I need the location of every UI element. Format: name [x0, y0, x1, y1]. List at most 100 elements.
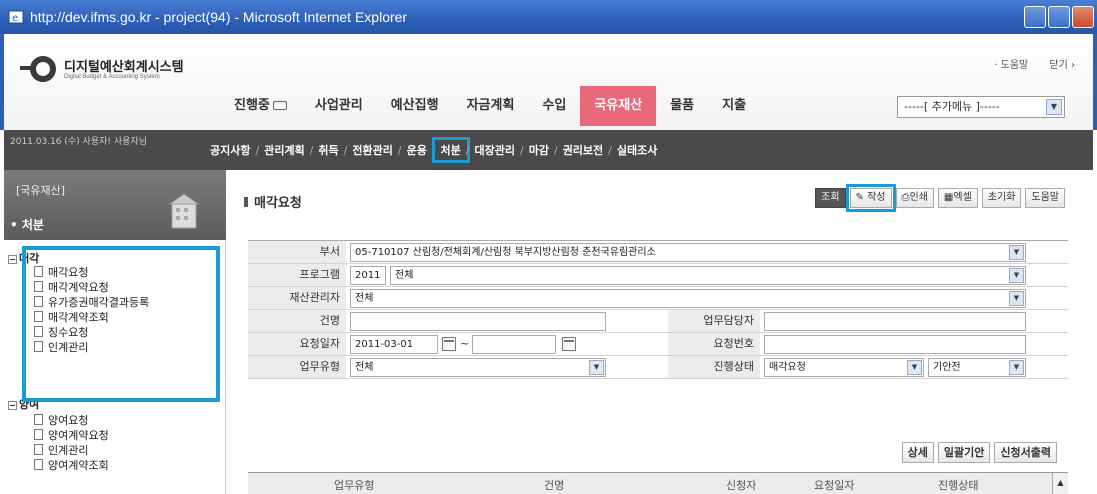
search-form: 부서 05-710107 산림청/전체회계/산림청 북부지방산림청 춘천국유림관… — [248, 240, 1068, 379]
status-select[interactable]: 매각요청 ▼ — [764, 358, 924, 377]
program-year-field[interactable]: 2011 — [350, 266, 386, 285]
results-table-header: 업무유형 건명 신청자 요청일자 진행상태 ▲ — [248, 472, 1068, 494]
action-buttons: 상세 일괄기안 신청서출력 — [901, 442, 1057, 463]
tree-item-transfer-contract-view[interactable]: 양여계약조회 — [34, 457, 109, 473]
form-row-case: 건명 업무담당자 — [248, 310, 1068, 333]
print-button[interactable]: ⎙인쇄 — [895, 188, 934, 208]
subnav-closing[interactable]: 마감 — [525, 142, 553, 158]
status-sub-select[interactable]: 기안전 ▼ — [928, 358, 1026, 377]
case-label: 건명 — [248, 310, 346, 332]
col-case[interactable]: 건명 — [544, 477, 564, 493]
form-row-reqdate: 요청일자 2011-03-01 ~ 요청번호 — [248, 333, 1068, 356]
document-icon — [34, 444, 43, 455]
sub-nav-items: 공지사항 / 관리계획 / 취득 / 전환관리 / 운용 / 처분 / 대장관리 / 마감 / … — [206, 130, 661, 170]
logo-name: 디지털예산회계시스템 — [64, 60, 184, 75]
tree-item-handover-mgmt-2[interactable]: 인계관리 — [34, 442, 88, 458]
logo-subtitle: Digital Budget & Accounting System — [64, 74, 160, 80]
print-application-button[interactable]: 신청서출력 — [994, 442, 1057, 463]
chevron-down-icon: ▼ — [1009, 360, 1024, 375]
dept-select[interactable]: 05-710107 산림청/전체회계/산림청 북부지방산림청 춘천국유림관리소 ▼ — [350, 243, 1026, 262]
manager-select[interactable]: 전체 ▼ — [350, 289, 1026, 308]
calendar-icon[interactable] — [562, 337, 576, 351]
nav-item-state-property[interactable]: 국유재산 — [580, 86, 657, 126]
subnav-notice[interactable]: 공지사항 — [206, 142, 254, 158]
reset-button[interactable]: 초기화 — [981, 188, 1022, 208]
document-icon — [34, 429, 43, 440]
form-row-manager: 재산관리자 전체 ▼ — [248, 287, 1068, 310]
nav-item-revenue[interactable]: 수입 — [528, 86, 580, 126]
document-icon — [34, 414, 43, 425]
worktype-select[interactable]: 전체 ▼ — [350, 358, 606, 377]
subnav-ledger[interactable]: 대장관리 — [471, 142, 519, 158]
staff-label: 업무담당자 — [668, 310, 760, 332]
reqno-input[interactable] — [764, 335, 1026, 354]
form-row-dept: 부서 05-710107 산림청/전체회계/산림청 북부지방산림청 춘천국유림관… — [248, 241, 1068, 264]
subnav-operation[interactable]: 운용 — [403, 142, 431, 158]
building-icon — [168, 193, 200, 229]
excel-button[interactable]: ▦엑셀 — [937, 188, 978, 208]
date-range-tilde: ~ — [460, 337, 470, 350]
col-status[interactable]: 진행상태 — [938, 477, 978, 493]
close-button[interactable] — [1072, 6, 1094, 28]
manager-label: 재산관리자 — [248, 287, 346, 309]
status-label: 진행상태 — [668, 356, 760, 378]
calendar-icon[interactable] — [442, 337, 456, 351]
sidebar-current: • 처분 — [10, 218, 44, 232]
help-button[interactable]: 도움말 — [1025, 188, 1065, 208]
logo-icon[interactable] — [30, 56, 56, 82]
subnav-rights[interactable]: 권리보전 — [559, 142, 607, 158]
chevron-down-icon: ▼ — [589, 360, 604, 375]
sub-nav: 2011.03.16 (수) 사용자! 사용자님 공지사항 / 관리계획 / 취득 /… — [4, 130, 1093, 170]
scroll-up-icon[interactable]: ▲ — [1052, 473, 1068, 494]
subnav-plan[interactable]: 관리계획 — [260, 142, 308, 158]
chevron-down-icon: ▼ — [1046, 99, 1062, 115]
highlight-box — [22, 246, 220, 402]
worktype-label: 업무유형 — [248, 356, 346, 378]
main-content: 매각요청 조회 ✎ 작성 ⎙인쇄 ▦엑셀 초기화 도움말 부서 05-71010… — [226, 170, 1093, 494]
program-select[interactable]: 전체 ▼ — [390, 266, 1026, 285]
nav-item-expenditure[interactable]: 지출 — [708, 86, 760, 126]
toolbar: 조회 ✎ 작성 ⎙인쇄 ▦엑셀 초기화 도움말 — [815, 184, 1065, 212]
badge-icon — [272, 101, 287, 110]
batch-draft-button[interactable]: 일괄기안 — [937, 442, 991, 463]
reqdate-from-input[interactable]: 2011-03-01 — [350, 335, 438, 354]
subnav-survey[interactable]: 실태조사 — [613, 142, 661, 158]
subnav-acquire[interactable]: 취득 — [314, 142, 342, 158]
minimize-button[interactable] — [1024, 6, 1046, 28]
nav-item-in-progress[interactable]: 진행중 — [220, 86, 301, 126]
reqdate-to-input[interactable] — [472, 335, 556, 354]
main-nav: 진행중 사업관리 예산집행 자금계획 수입 국유재산 물품 지출 — [220, 86, 760, 126]
write-button[interactable]: ✎ 작성 — [845, 184, 896, 212]
help-link[interactable]: · 도움말 — [994, 60, 1028, 71]
form-row-worktype: 업무유형 전체 ▼ 진행상태 매각요청 ▼ 기안전 ▼ — [248, 356, 1068, 379]
nav-item-fund-plan[interactable]: 자금계획 — [453, 86, 529, 126]
chevron-down-icon: ▼ — [1009, 245, 1024, 260]
sidebar-header: [국유재산] • 처분 — [4, 170, 226, 240]
window-titlebar: e http://dev.ifms.go.kr - project(94) - … — [0, 0, 1097, 34]
sidebar-category: [국유재산] — [16, 184, 66, 197]
subnav-transfer[interactable]: 전환관리 — [348, 142, 396, 158]
dept-label: 부서 — [248, 241, 346, 263]
col-worktype[interactable]: 업무유형 — [334, 477, 374, 493]
detail-button[interactable]: 상세 — [901, 442, 934, 463]
chevron-down-icon: ▼ — [1009, 291, 1024, 306]
user-info: 2011.03.16 (수) 사용자! 사용자님 — [10, 137, 147, 147]
extra-menu-select[interactable]: -----[ 추가메뉴 ]----- ▼ — [897, 96, 1065, 118]
close-link[interactable]: 닫기 › — [1049, 60, 1075, 71]
tree-item-transfer-contract-request[interactable]: 양여계약요청 — [34, 427, 109, 443]
top-links: · 도움말 닫기 › — [976, 56, 1075, 71]
col-reqdate[interactable]: 요청일자 — [814, 477, 854, 493]
subnav-disposal[interactable]: 처분 — [431, 137, 470, 163]
program-label: 프로그램 — [248, 264, 346, 286]
case-input[interactable] — [350, 312, 606, 331]
search-button[interactable]: 조회 — [815, 188, 846, 208]
nav-item-project-mgmt[interactable]: 사업관리 — [301, 86, 377, 126]
tree-item-transfer-request[interactable]: 양여요청 — [34, 412, 88, 428]
reqno-label: 요청번호 — [668, 333, 760, 355]
nav-item-goods[interactable]: 물품 — [656, 86, 708, 126]
nav-item-budget-exec[interactable]: 예산집행 — [377, 86, 453, 126]
col-applicant[interactable]: 신청자 — [726, 477, 756, 493]
bullet-icon — [244, 197, 248, 207]
staff-input[interactable] — [764, 312, 1026, 331]
maximize-button[interactable] — [1048, 6, 1070, 28]
